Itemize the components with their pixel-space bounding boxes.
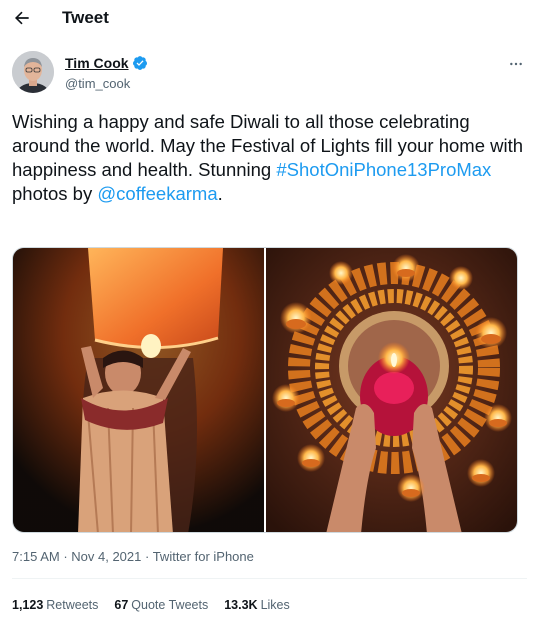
likes-stat[interactable]: 13.3K Likes bbox=[224, 598, 290, 612]
author-display-name[interactable]: Tim Cook bbox=[65, 55, 129, 71]
retweets-stat[interactable]: 1,123 Retweets bbox=[12, 598, 98, 612]
more-options-button[interactable] bbox=[505, 53, 527, 75]
hashtag-link[interactable]: #ShotOniPhone13ProMax bbox=[276, 159, 491, 180]
back-button[interactable] bbox=[10, 6, 34, 30]
quote-tweets-label: Quote Tweets bbox=[131, 598, 209, 612]
tweet-media bbox=[12, 247, 518, 533]
likes-label: Likes bbox=[260, 598, 290, 612]
verified-badge-icon bbox=[132, 56, 147, 70]
tweet-meta: 7:15 AM · Nov 4, 2021 · Twitter for iPho… bbox=[12, 549, 254, 564]
tweet-time[interactable]: 7:15 AM bbox=[12, 549, 60, 564]
author-handle[interactable]: @tim_cook bbox=[65, 76, 130, 91]
photo-sky-lantern[interactable] bbox=[13, 248, 264, 532]
tweet-text: Wishing a happy and safe Diwali to all t… bbox=[12, 110, 524, 206]
more-dots-icon bbox=[510, 62, 522, 66]
tweet-source[interactable]: Twitter for iPhone bbox=[153, 549, 254, 564]
retweets-label: Retweets bbox=[46, 598, 99, 612]
tweet-author: Tim Cook @tim_cook bbox=[12, 51, 527, 97]
quote-tweets-count: 67 bbox=[114, 598, 129, 612]
divider bbox=[12, 578, 527, 579]
photo-diya-flowers[interactable] bbox=[266, 248, 517, 532]
avatar[interactable] bbox=[12, 51, 54, 93]
page-title: Tweet bbox=[62, 8, 109, 27]
meta-separator: · bbox=[59, 549, 72, 564]
retweets-count: 1,123 bbox=[12, 598, 44, 612]
tweet-text-part: . bbox=[217, 183, 223, 204]
meta-separator: · bbox=[141, 549, 153, 564]
tweet-date[interactable]: Nov 4, 2021 bbox=[71, 549, 141, 564]
tweet-stats: 1,123 Retweets 67 Quote Tweets 13.3K Likes bbox=[12, 598, 290, 612]
likes-count: 13.3K bbox=[224, 598, 258, 612]
quote-tweets-stat[interactable]: 67 Quote Tweets bbox=[114, 598, 208, 612]
mention-link[interactable]: @coffeekarma bbox=[97, 183, 217, 204]
name-row: Tim Cook bbox=[65, 55, 148, 71]
arrow-left-icon bbox=[15, 11, 29, 25]
tweet-header: Tweet bbox=[0, 0, 537, 36]
